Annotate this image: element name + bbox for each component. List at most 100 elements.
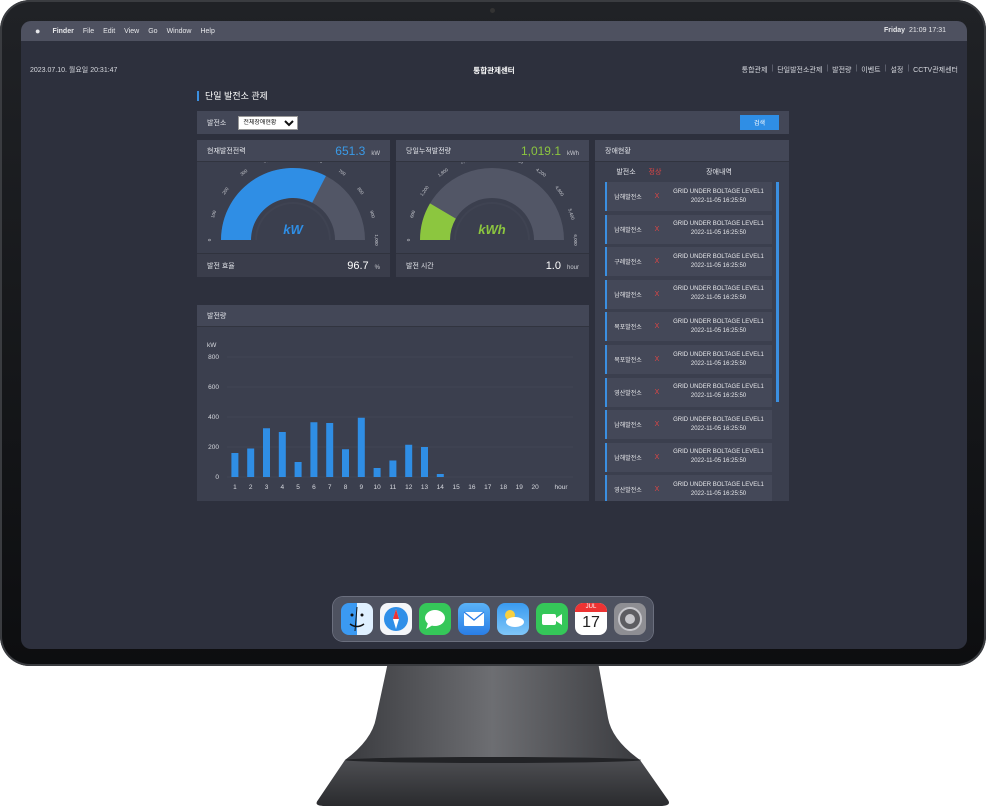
fault-status-x: X — [654, 421, 660, 429]
safari-icon[interactable] — [380, 603, 412, 635]
nav-single-plant[interactable]: 단일발전소관제 — [777, 65, 822, 75]
fault-detail-text: GRID UNDER BOLTAGE LEVEL1 — [673, 286, 764, 293]
efficiency-label: 발전 효율 — [207, 262, 235, 270]
fault-detail: GRID UNDER BOLTAGE LEVEL1 2022-11-05 16:2… — [665, 318, 772, 336]
gauge-power-unit: kW — [371, 150, 380, 157]
fault-status-x: X — [654, 290, 660, 298]
page-title: 단일 발전소 관제 — [197, 91, 268, 101]
fault-station: 목포발전소 — [614, 358, 642, 364]
fault-title: 장애현황 — [605, 147, 631, 155]
plant-select[interactable]: 전체장애현황 — [238, 115, 299, 130]
gauge-power-value: 651.3 — [335, 143, 366, 158]
messages-icon[interactable] — [419, 603, 451, 635]
gauge-power-tick-label: 600 — [314, 162, 323, 164]
nav-settings[interactable]: 설정 — [890, 65, 903, 75]
nav-integrated[interactable]: 통합관제 — [742, 65, 768, 75]
x-tick-label: 19 — [516, 484, 524, 491]
fault-row[interactable]: 영산발전소 X GRID UNDER BOLTAGE LEVEL1 2022-11-0… — [605, 377, 772, 407]
fault-row[interactable]: 남해발전소 X GRID UNDER BOLTAGE LEVEL1 2022-11-0… — [605, 214, 772, 244]
nav-events[interactable]: 이벤트 — [861, 65, 880, 75]
fault-detail-time: 2022-11-05 16:25:50 — [690, 230, 747, 237]
fault-detail-text: GRID UNDER BOLTAGE LEVEL1 — [673, 416, 764, 423]
device-mockup: ● Finder File Edit View Go Window Help F… — [0, 0, 986, 807]
fault-detail-text: GRID UNDER BOLTAGE LEVEL1 — [673, 188, 764, 195]
top-nav: 통합관제 | 단일발전소관제 | 발전량 | 이벤트 | 설정 | CCTV관제센터 — [741, 65, 958, 75]
fault-row[interactable]: 남해발전소 X GRID UNDER BOLTAGE LEVEL1 2022-11-0… — [605, 182, 772, 211]
fault-panel: 장애현황 발전소 정상 장애내역 남해발전소 X GRID UNDER BOLTAG… — [595, 140, 789, 501]
calendar-icon[interactable]: JUL 17 — [575, 603, 607, 635]
fault-station: 목포발전소 — [614, 325, 642, 332]
nav-cctv[interactable]: CCTV관제센터 — [913, 65, 958, 75]
gen-hours-unit: hour — [566, 264, 579, 271]
search-button[interactable]: 검색 — [740, 115, 779, 130]
fault-station: 남해발전소 — [614, 227, 642, 234]
bar — [294, 462, 302, 477]
weather-icon[interactable] — [497, 603, 529, 635]
fault-detail-time: 2022-11-05 16:25:50 — [690, 197, 747, 204]
fault-row[interactable]: 남해발전소 X GRID UNDER BOLTAGE LEVEL1 2022-11-0… — [605, 442, 772, 472]
menu-file[interactable]: File — [83, 28, 94, 35]
bar — [263, 428, 270, 477]
menu-finder[interactable]: Finder — [52, 28, 73, 35]
x-tick-label: 16 — [468, 484, 476, 491]
fault-list[interactable]: 남해발전소 X GRID UNDER BOLTAGE LEVEL1 2022-11-0… — [595, 182, 789, 501]
efficiency-value: 96.7 — [347, 259, 369, 272]
nav-production[interactable]: 발전량 — [832, 65, 851, 75]
bar — [247, 448, 255, 477]
fault-status-x: X — [654, 323, 660, 331]
gauge-energy-tick-label: 2,400 — [460, 162, 473, 165]
gauge-energy-tick-label: 6,000 — [573, 234, 578, 246]
finder-icon[interactable] — [341, 603, 373, 635]
x-tick-label: 2 — [249, 484, 253, 491]
fault-station: 남해발전소 — [614, 195, 642, 201]
gauge-power-center-label: kW — [283, 222, 304, 237]
gauge-power-tick-label: 800 — [356, 186, 365, 195]
mail-icon[interactable] — [458, 603, 490, 635]
fault-row[interactable]: 목포발전소 X GRID UNDER BOLTAGE LEVEL1 2022-11-0… — [605, 345, 772, 374]
fault-detail: GRID UNDER BOLTAGE LEVEL1 2022-11-05 16:2… — [665, 188, 772, 206]
bar — [405, 444, 413, 477]
fault-status-x: X — [654, 388, 660, 396]
menu-help[interactable]: Help — [200, 28, 214, 35]
bar — [231, 453, 239, 477]
fault-detail: GRID UNDER BOLTAGE LEVEL1 2022-11-05 16:2… — [665, 285, 772, 303]
gauge-power-title: 현재발전전력 — [207, 147, 246, 155]
filter-label: 발전소 — [207, 119, 227, 127]
dock: JUL 17 — [333, 597, 653, 641]
fault-row[interactable]: 남해발전소 X GRID UNDER BOLTAGE LEVEL1 2022-11-0… — [605, 279, 772, 309]
menu-view[interactable]: View — [124, 28, 139, 35]
x-tick-label: 8 — [344, 484, 348, 491]
gauge-energy-center-label: kWh — [478, 222, 506, 237]
filter-bar: 발전소 전체장애현황 검색 — [197, 111, 789, 134]
fault-status-x: X — [654, 193, 660, 200]
fault-detail-time: 2022-11-05 16:25:50 — [690, 490, 747, 497]
fault-table-header: 발전소 정상 장애내역 — [595, 162, 789, 182]
fault-row[interactable]: 남해발전소 X GRID UNDER BOLTAGE LEVEL1 2022-11-0… — [605, 410, 772, 440]
fault-row[interactable]: 영산발전소 X GRID UNDER BOLTAGE LEVEL1 2022-11-0… — [605, 475, 772, 501]
fault-row[interactable]: 구례발전소 X GRID UNDER BOLTAGE LEVEL1 2022-11-0… — [605, 247, 772, 277]
apple-icon[interactable]: ● — [35, 26, 40, 36]
fault-station: 남해발전소 — [614, 455, 642, 462]
gen-hours-label: 발전 시간 — [406, 262, 434, 270]
x-tick-label: 9 — [359, 484, 363, 491]
menu-bar-clock[interactable]: Friday 21:09 17:31 — [884, 27, 955, 34]
bar — [342, 449, 349, 477]
x-axis-unit: hour — [554, 484, 568, 491]
fault-row[interactable]: 목포발전소 X GRID UNDER BOLTAGE LEVEL1 2022-11-0… — [605, 312, 772, 342]
bar — [421, 447, 428, 477]
settings-icon[interactable] — [614, 603, 646, 635]
gauge-energy-title: 당일누적발전량 — [406, 147, 452, 155]
monitor-bezel: ● Finder File Edit View Go Window Help F… — [0, 0, 986, 666]
facetime-icon[interactable] — [536, 603, 568, 635]
fault-detail-text: GRID UNDER BOLTAGE LEVEL1 — [673, 253, 764, 260]
fault-station: 남해발전소 — [614, 292, 642, 299]
fault-scrollbar[interactable] — [776, 182, 779, 501]
fault-detail-time: 2022-11-05 16:25:50 — [690, 295, 747, 302]
gauge-energy-dial: 06001,2001,8002,4003,0003,6004,2004,8005… — [406, 154, 578, 246]
fault-scroll-thumb[interactable] — [776, 182, 779, 402]
menu-go[interactable]: Go — [148, 28, 157, 35]
gauge-power-fill — [221, 167, 326, 240]
menu-edit[interactable]: Edit — [103, 28, 115, 35]
gauge-power-dial: 01002003004005006007008009001,000kW — [207, 154, 379, 246]
menu-window[interactable]: Window — [167, 28, 192, 35]
